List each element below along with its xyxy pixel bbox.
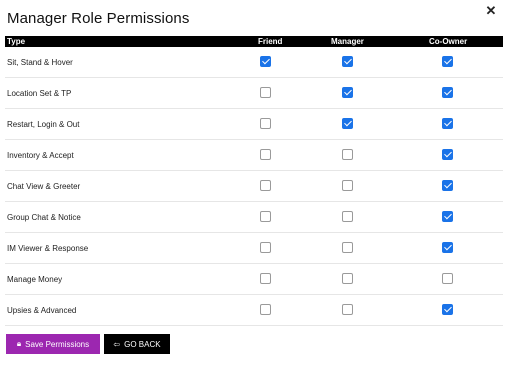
table-row: Chat View & Greeter: [5, 171, 503, 202]
table-row: Restart, Login & Out: [5, 109, 503, 140]
table-body: Sit, Stand & Hover Location Set & TP Resta…: [5, 47, 503, 326]
go-back-button[interactable]: ⇦ GO BACK: [104, 334, 170, 354]
lock-icon: 🔒︎: [16, 339, 22, 348]
table-row: IM Viewer & Response: [5, 233, 503, 264]
permission-label: Upsies & Advanced: [7, 306, 77, 315]
table-row: Manage Money: [5, 264, 503, 295]
permission-label: Inventory & Accept: [7, 151, 74, 160]
close-icon[interactable]: ✕: [484, 3, 498, 18]
friend-checkbox[interactable]: [260, 180, 271, 191]
dialog-title: Manager Role Permissions: [7, 10, 190, 27]
manager-checkbox[interactable]: [342, 273, 353, 284]
coowner-checkbox[interactable]: [442, 118, 453, 129]
header-manager: Manager: [331, 37, 364, 46]
manager-checkbox[interactable]: [342, 149, 353, 160]
coowner-checkbox[interactable]: [442, 149, 453, 160]
friend-checkbox[interactable]: [260, 87, 271, 98]
friend-checkbox[interactable]: [260, 273, 271, 284]
header-friend: Friend: [258, 37, 283, 46]
coowner-checkbox[interactable]: [442, 273, 453, 284]
arrow-left-icon: ⇦: [113, 339, 121, 349]
coowner-checkbox[interactable]: [442, 87, 453, 98]
friend-checkbox[interactable]: [260, 149, 271, 160]
table-row: Sit, Stand & Hover: [5, 47, 503, 78]
table-header: Type Friend Manager Co-Owner: [5, 36, 503, 47]
friend-checkbox[interactable]: [260, 211, 271, 222]
permission-label: IM Viewer & Response: [7, 244, 89, 253]
permission-label: Group Chat & Notice: [7, 213, 81, 222]
table-row: Inventory & Accept: [5, 140, 503, 171]
permission-label: Location Set & TP: [7, 89, 72, 98]
save-button-label: Save Permissions: [25, 339, 90, 349]
save-permissions-button[interactable]: 🔒︎ Save Permissions: [6, 334, 100, 354]
manager-checkbox[interactable]: [342, 211, 353, 222]
table-row: Upsies & Advanced: [5, 295, 503, 326]
manager-checkbox[interactable]: [342, 242, 353, 253]
table-row: Location Set & TP: [5, 78, 503, 109]
coowner-checkbox[interactable]: [442, 211, 453, 222]
permissions-table: Type Friend Manager Co-Owner Sit, Stand …: [5, 36, 503, 326]
friend-checkbox[interactable]: [260, 242, 271, 253]
friend-checkbox[interactable]: [260, 56, 271, 67]
manager-checkbox[interactable]: [342, 180, 353, 191]
permission-label: Manage Money: [7, 275, 63, 284]
permission-label: Sit, Stand & Hover: [7, 58, 73, 67]
permission-label: Restart, Login & Out: [7, 120, 80, 129]
header-coowner: Co-Owner: [429, 37, 468, 46]
manager-checkbox[interactable]: [342, 87, 353, 98]
coowner-checkbox[interactable]: [442, 242, 453, 253]
manager-checkbox[interactable]: [342, 56, 353, 67]
coowner-checkbox[interactable]: [442, 56, 453, 67]
coowner-checkbox[interactable]: [442, 304, 453, 315]
friend-checkbox[interactable]: [260, 118, 271, 129]
back-button-label: GO BACK: [124, 339, 161, 349]
friend-checkbox[interactable]: [260, 304, 271, 315]
header-type: Type: [7, 37, 26, 46]
table-row: Group Chat & Notice: [5, 202, 503, 233]
coowner-checkbox[interactable]: [442, 180, 453, 191]
manager-checkbox[interactable]: [342, 118, 353, 129]
manager-checkbox[interactable]: [342, 304, 353, 315]
permission-label: Chat View & Greeter: [7, 182, 81, 191]
